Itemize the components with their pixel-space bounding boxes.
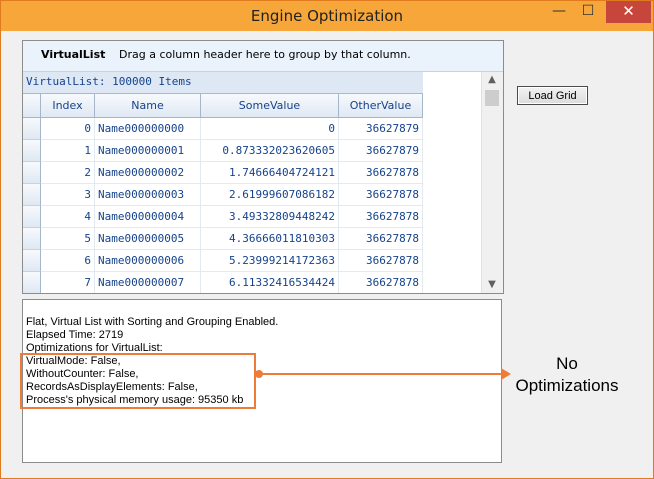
cell-othervalue[interactable]: 36627879 xyxy=(339,140,423,162)
cell-othervalue[interactable]: 36627878 xyxy=(339,162,423,184)
cell-index[interactable]: 4 xyxy=(41,206,95,228)
cell-name[interactable]: Name000000006 xyxy=(95,250,201,272)
header-row-selector[interactable] xyxy=(23,94,41,118)
cell-somevalue[interactable]: 1.74666404724121 xyxy=(201,162,339,184)
table-row[interactable]: 1 Name000000001 0.873332023620605 36627879 xyxy=(23,140,423,162)
cell-index[interactable]: 1 xyxy=(41,140,95,162)
group-area-title: VirtualList xyxy=(41,48,106,61)
output-line: Elapsed Time: 2719 xyxy=(26,329,124,341)
cell-somevalue[interactable]: 6.11332416534424 xyxy=(201,272,339,293)
cell-othervalue[interactable]: 36627878 xyxy=(339,272,423,293)
column-header-othervalue[interactable]: OtherValue xyxy=(339,94,423,118)
cell-name[interactable]: Name000000000 xyxy=(95,118,201,140)
cell-othervalue[interactable]: 36627878 xyxy=(339,250,423,272)
row-selector[interactable] xyxy=(23,118,41,140)
cell-othervalue[interactable]: 36627879 xyxy=(339,118,423,140)
scroll-down-arrow-icon[interactable]: ▼ xyxy=(482,278,502,292)
table-row[interactable]: 3 Name000000003 2.61999607086182 36627878 xyxy=(23,184,423,206)
client-area: VirtualList Drag a column header here to… xyxy=(9,31,645,470)
app-window: Engine Optimization — ☐ ✕ VirtualList Dr… xyxy=(0,0,654,479)
maximize-button[interactable]: ☐ xyxy=(575,1,601,23)
cell-somevalue[interactable]: 5.23999214172363 xyxy=(201,250,339,272)
cell-somevalue[interactable]: 0.873332023620605 xyxy=(201,140,339,162)
cell-othervalue[interactable]: 36627878 xyxy=(339,206,423,228)
table-row[interactable]: 4 Name000000004 3.49332809448242 36627878 xyxy=(23,206,423,228)
row-selector[interactable] xyxy=(23,250,41,272)
grid-caption-text: VirtualList: 100000 Items xyxy=(26,75,192,88)
grid-caption: VirtualList: 100000 Items xyxy=(23,72,423,94)
column-header-name[interactable]: Name xyxy=(95,94,201,118)
cell-othervalue[interactable]: 36627878 xyxy=(339,228,423,250)
column-header-index[interactable]: Index xyxy=(41,94,95,118)
cell-somevalue[interactable]: 3.49332809448242 xyxy=(201,206,339,228)
row-selector[interactable] xyxy=(23,272,41,293)
cell-index[interactable]: 0 xyxy=(41,118,95,140)
minimize-button[interactable]: — xyxy=(546,1,572,23)
group-drop-area[interactable]: VirtualList Drag a column header here to… xyxy=(23,41,503,72)
output-line: Flat, Virtual List with Sorting and Grou… xyxy=(26,316,279,328)
cell-index[interactable]: 5 xyxy=(41,228,95,250)
annotation-label-line2: Optimizations xyxy=(515,376,619,395)
cell-somevalue[interactable]: 0 xyxy=(201,118,339,140)
load-grid-button[interactable]: Load Grid xyxy=(517,86,588,105)
cell-index[interactable]: 7 xyxy=(41,272,95,293)
row-selector[interactable] xyxy=(23,228,41,250)
cell-index[interactable]: 2 xyxy=(41,162,95,184)
cell-name[interactable]: Name000000003 xyxy=(95,184,201,206)
table-row[interactable]: 0 Name000000000 0 36627879 xyxy=(23,118,423,140)
table-row[interactable]: 7 Name000000007 6.11332416534424 36627878 xyxy=(23,272,423,293)
cell-name[interactable]: Name000000001 xyxy=(95,140,201,162)
cell-index[interactable]: 6 xyxy=(41,250,95,272)
table-row[interactable]: 5 Name000000005 4.36666011810303 36627878 xyxy=(23,228,423,250)
cell-othervalue[interactable]: 36627878 xyxy=(339,184,423,206)
row-selector[interactable] xyxy=(23,162,41,184)
annotation-label-line1: No xyxy=(556,354,578,373)
table-row[interactable]: 2 Name000000002 1.74666404724121 36627878 xyxy=(23,162,423,184)
row-selector[interactable] xyxy=(23,184,41,206)
column-header-somevalue[interactable]: SomeValue xyxy=(201,94,339,118)
annotation-arrow-line xyxy=(260,373,507,375)
group-area-hint: Drag a column header here to group by th… xyxy=(119,48,411,61)
cell-name[interactable]: Name000000007 xyxy=(95,272,201,293)
vertical-scrollbar[interactable]: ▲ ▼ xyxy=(481,72,503,293)
title-bar[interactable]: Engine Optimization — ☐ ✕ xyxy=(1,1,653,31)
close-button[interactable]: ✕ xyxy=(606,1,651,23)
cell-name[interactable]: Name000000004 xyxy=(95,206,201,228)
cell-somevalue[interactable]: 2.61999607086182 xyxy=(201,184,339,206)
row-selector[interactable] xyxy=(23,206,41,228)
highlight-box xyxy=(20,353,256,409)
table-row[interactable]: 6 Name000000006 5.23999214172363 36627878 xyxy=(23,250,423,272)
row-selector[interactable] xyxy=(23,140,41,162)
cell-name[interactable]: Name000000002 xyxy=(95,162,201,184)
cell-name[interactable]: Name000000005 xyxy=(95,228,201,250)
annotation-label: No Optimizations xyxy=(507,353,627,397)
scrollbar-thumb[interactable] xyxy=(485,90,499,106)
scroll-up-arrow-icon[interactable]: ▲ xyxy=(482,73,502,87)
cell-index[interactable]: 3 xyxy=(41,184,95,206)
cell-somevalue[interactable]: 4.36666011810303 xyxy=(201,228,339,250)
data-grid[interactable]: VirtualList Drag a column header here to… xyxy=(22,40,504,294)
